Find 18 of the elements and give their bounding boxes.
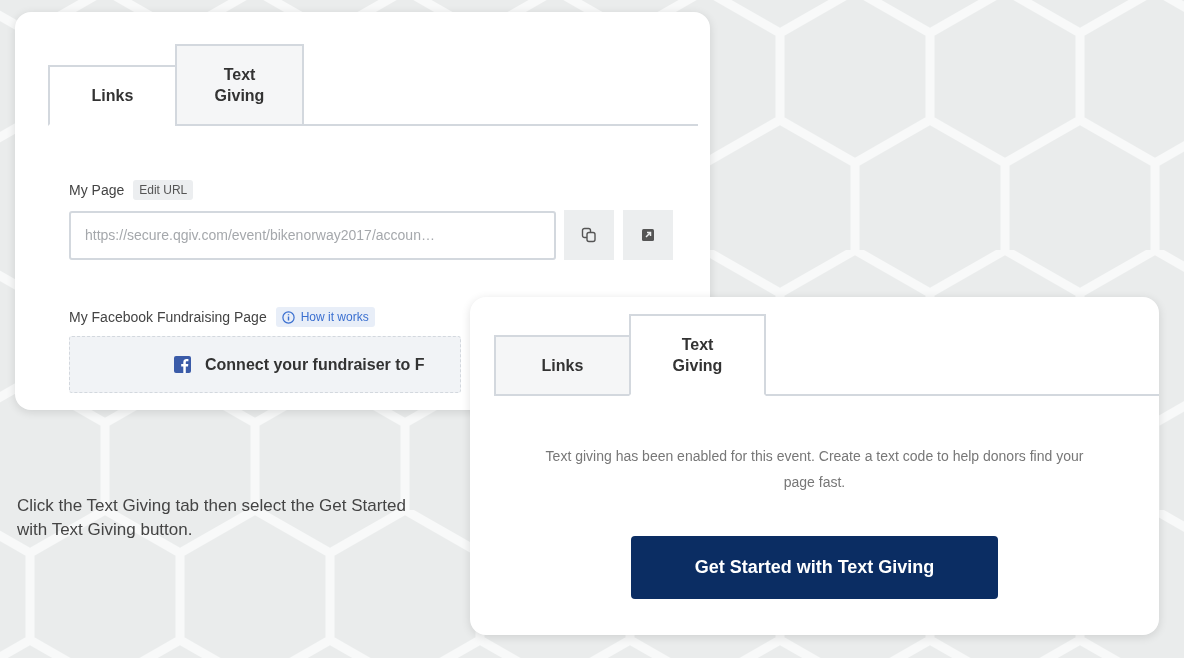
connect-fundraiser-button[interactable]: Connect your fundraiser to F — [69, 336, 461, 393]
tab[interactable]: Text Giving — [175, 44, 304, 126]
edit-url-link[interactable]: Edit URL — [133, 180, 194, 200]
copy-button[interactable] — [564, 210, 614, 260]
field-label: My Facebook Fundraising Page — [69, 309, 267, 325]
open-link-button[interactable] — [623, 210, 673, 260]
how-it-works-link[interactable]: How it works — [275, 307, 375, 327]
tab[interactable]: Links — [494, 335, 631, 396]
get-started-button[interactable]: Get Started with Text Giving — [631, 536, 998, 599]
info-icon — [281, 310, 295, 324]
external-link-icon — [641, 228, 655, 242]
social-logo-icon — [174, 356, 191, 373]
instruction-text: Click the Text Giving tab then select the Get Started with Text Giving button. — [17, 495, 407, 541]
info-message: Text giving has been enabled for this event. Create a text code to help donors find your page fast. — [544, 447, 1085, 492]
tab[interactable]: Links — [48, 65, 177, 126]
tab[interactable]: Text Giving — [629, 314, 766, 396]
copy-icon — [581, 227, 597, 243]
field-label: My Page — [69, 182, 125, 198]
